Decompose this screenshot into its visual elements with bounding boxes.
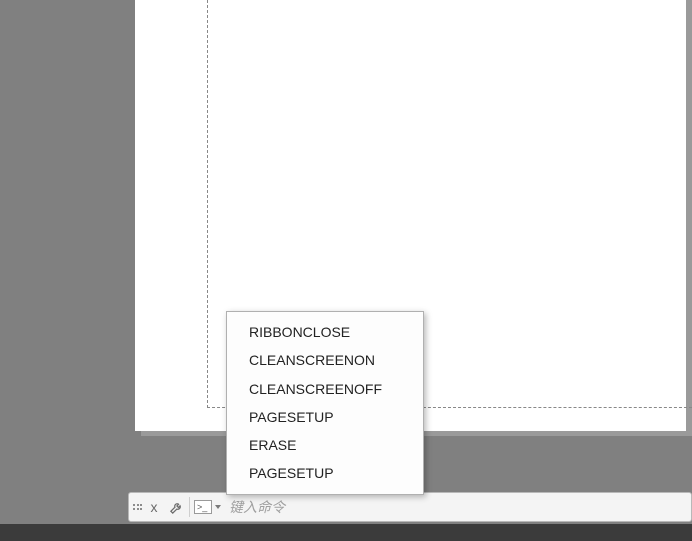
status-strip (0, 524, 692, 541)
recent-commands-dropdown-icon[interactable] (215, 505, 221, 509)
grip-handle-icon[interactable] (133, 497, 143, 517)
command-bar: x >_ (128, 492, 692, 522)
close-button[interactable]: x (143, 496, 165, 518)
suggestion-item[interactable]: PAGESETUP (227, 459, 423, 487)
command-input[interactable] (227, 492, 691, 522)
separator (189, 497, 190, 517)
command-suggestions-popup: RIBBONCLOSE CLEANSCREENON CLEANSCREENOFF… (226, 311, 424, 495)
suggestion-item[interactable]: RIBBONCLOSE (227, 318, 423, 346)
suggestion-item[interactable]: ERASE (227, 431, 423, 459)
margin-guideline-left (207, 0, 208, 408)
command-prompt-icon[interactable]: >_ (194, 500, 212, 514)
close-icon: x (151, 499, 158, 515)
suggestion-item[interactable]: CLEANSCREENON (227, 346, 423, 374)
customize-button[interactable] (165, 496, 187, 518)
suggestion-item[interactable]: PAGESETUP (227, 403, 423, 431)
wrench-icon (169, 500, 184, 515)
suggestion-item[interactable]: CLEANSCREENOFF (227, 375, 423, 403)
